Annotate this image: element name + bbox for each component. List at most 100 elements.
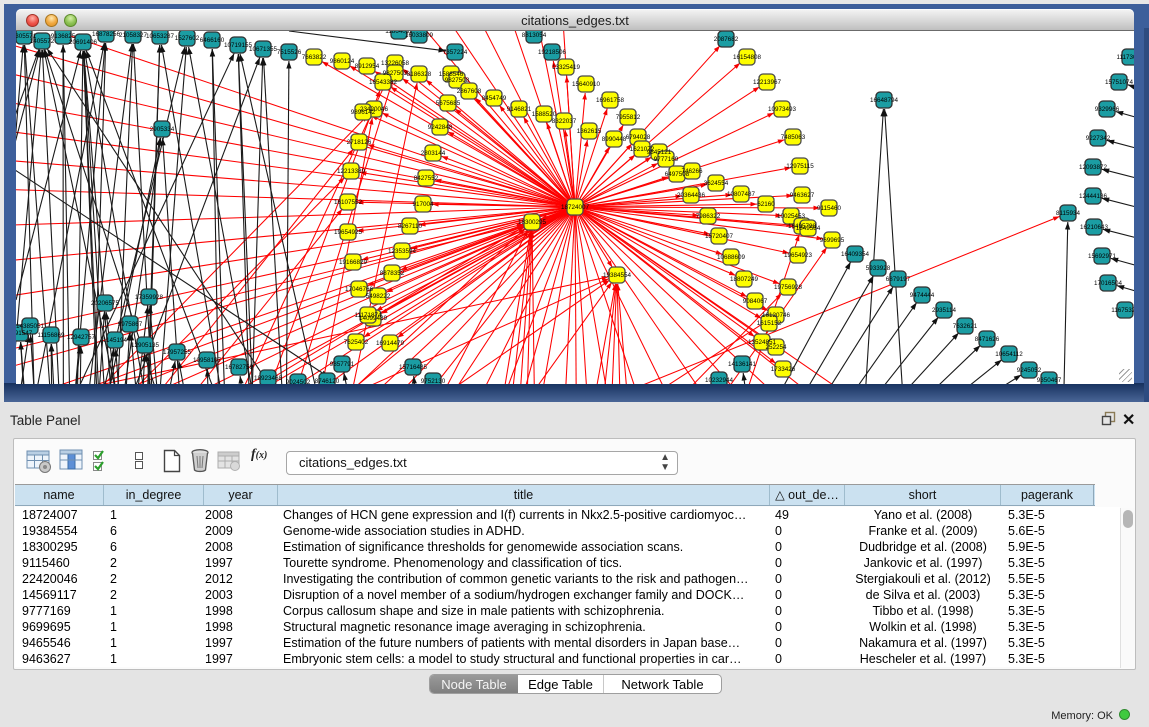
svg-text:19756928: 19756928 [774,284,803,291]
svg-text:8267110: 8267110 [398,223,423,230]
svg-text:16782759: 16782759 [225,364,254,371]
svg-text:1145194: 1145194 [103,337,128,344]
svg-text:9827508: 9827508 [445,77,470,84]
svg-text:9024502: 9024502 [286,379,311,384]
svg-text:2087682: 2087682 [714,36,739,43]
svg-text:15640910: 15640910 [572,81,601,88]
svg-text:12353594: 12353594 [388,248,417,255]
svg-text:12444136: 12444136 [1079,193,1108,200]
svg-text:1588520: 1588520 [532,111,557,118]
svg-text:7632621: 7632621 [953,323,978,330]
svg-text:10653287: 10653287 [146,33,175,40]
svg-text:6466160: 6466160 [200,37,225,44]
svg-text:9827503: 9827503 [383,70,408,77]
svg-text:13226058: 13226058 [381,60,410,67]
svg-text:9084067: 9084067 [743,298,768,305]
svg-text:10807487: 10807487 [727,191,756,198]
svg-text:11171874: 11171874 [354,312,382,319]
svg-text:5498222: 5498222 [366,293,391,300]
svg-text:11156869: 11156869 [37,332,65,339]
svg-text:17016504: 17016504 [1094,280,1123,287]
svg-text:10688609: 10688609 [717,254,746,261]
svg-text:9699695: 9699695 [820,237,845,244]
svg-text:9329966: 9329966 [1095,106,1120,113]
svg-text:8115934: 8115934 [1056,210,1081,217]
svg-text:11675326: 11675326 [1111,307,1134,314]
svg-text:9896142: 9896142 [351,109,376,116]
svg-text:6794028: 6794028 [626,134,651,141]
svg-text:16154808: 16154808 [733,54,762,61]
svg-text:9474444: 9474444 [910,292,935,299]
svg-text:16409354: 16409354 [841,251,870,258]
svg-text:8391547: 8391547 [16,330,33,337]
svg-text:7986322: 7986322 [696,213,721,220]
svg-text:10958107: 10958107 [193,357,222,364]
svg-text:16543382: 16543382 [369,79,398,86]
svg-text:18807249: 18807249 [730,276,759,283]
svg-text:1733426: 1733426 [771,366,796,373]
svg-text:9845121: 9845121 [647,149,672,156]
svg-text:9115460: 9115460 [817,205,842,212]
svg-text:17957255: 17957255 [163,349,192,356]
svg-text:3624554: 3624554 [704,180,729,187]
svg-text:8912954: 8912954 [355,63,380,70]
svg-text:9350467: 9350467 [1037,377,1062,384]
svg-text:7515526: 7515526 [277,49,302,56]
svg-text:2905334: 2905334 [150,126,175,133]
svg-text:9463627: 9463627 [790,192,815,199]
svg-text:8427552: 8427552 [414,175,439,182]
svg-text:10973493: 10973493 [768,106,797,113]
svg-text:15720407: 15720407 [705,233,734,240]
svg-text:19654923: 19654923 [784,252,813,259]
svg-text:6879197: 6879197 [886,276,911,283]
svg-text:16648794: 16648794 [870,97,899,104]
svg-text:8746120: 8746120 [315,378,340,384]
svg-text:7357224: 7357224 [443,49,468,56]
svg-text:2803144: 2803144 [421,150,446,157]
svg-text:9752130: 9752130 [421,378,446,384]
svg-text:10232944: 10232944 [705,377,734,384]
svg-text:9777169: 9777169 [654,156,679,163]
svg-text:9860124: 9860124 [330,58,355,65]
svg-text:7625402: 7625402 [344,339,369,346]
svg-text:1362615: 1362615 [577,128,602,135]
svg-text:13325419: 13325419 [552,64,581,71]
svg-text:16033809: 16033809 [405,32,434,39]
svg-text:16914479: 16914479 [376,340,405,347]
svg-text:9857791: 9857791 [330,361,355,368]
svg-text:8322037: 8322037 [552,118,577,125]
svg-text:8990448: 8990448 [602,136,627,143]
svg-text:16878256: 16878256 [92,31,121,38]
svg-text:18923468: 18923468 [254,375,283,382]
svg-text:20364436: 20364436 [677,192,706,199]
svg-text:7663822: 7663822 [302,54,327,61]
svg-text:16120746: 16120746 [762,312,791,319]
svg-text:12213967: 12213967 [753,79,782,86]
svg-text:8454749: 8454749 [482,95,507,102]
svg-text:17359928: 17359928 [135,294,164,301]
svg-text:252254: 252254 [765,344,787,351]
svg-text:12093872: 12093872 [1079,164,1108,171]
svg-text:18724007: 18724007 [561,204,590,211]
svg-text:21058327: 21058327 [119,32,148,39]
svg-text:16210643: 16210643 [1080,224,1109,231]
svg-text:5933928: 5933928 [866,265,891,272]
svg-text:2867608: 2867608 [457,88,482,95]
svg-text:9227342: 9227342 [1086,135,1111,142]
svg-text:12905135: 12905135 [131,342,160,349]
svg-text:7955812: 7955812 [616,114,641,121]
svg-text:9146821: 9146821 [507,106,532,113]
svg-text:15716485: 15716485 [399,364,428,371]
svg-text:746266: 746266 [681,168,703,175]
svg-text:19218506: 19218506 [538,49,567,56]
svg-text:2718126: 2718126 [347,139,372,146]
svg-text:1849584: 1849584 [796,225,821,232]
svg-text:9242848: 9242848 [428,124,453,131]
svg-text:18300295: 18300295 [518,219,547,226]
svg-text:10654112: 10654112 [995,351,1023,358]
svg-text:14385051: 14385051 [16,323,44,330]
svg-text:8471626: 8471626 [975,336,1000,343]
svg-text:20206575: 20206575 [91,300,120,307]
svg-text:8878352: 8878352 [380,270,405,277]
svg-text:917004: 917004 [412,201,434,208]
